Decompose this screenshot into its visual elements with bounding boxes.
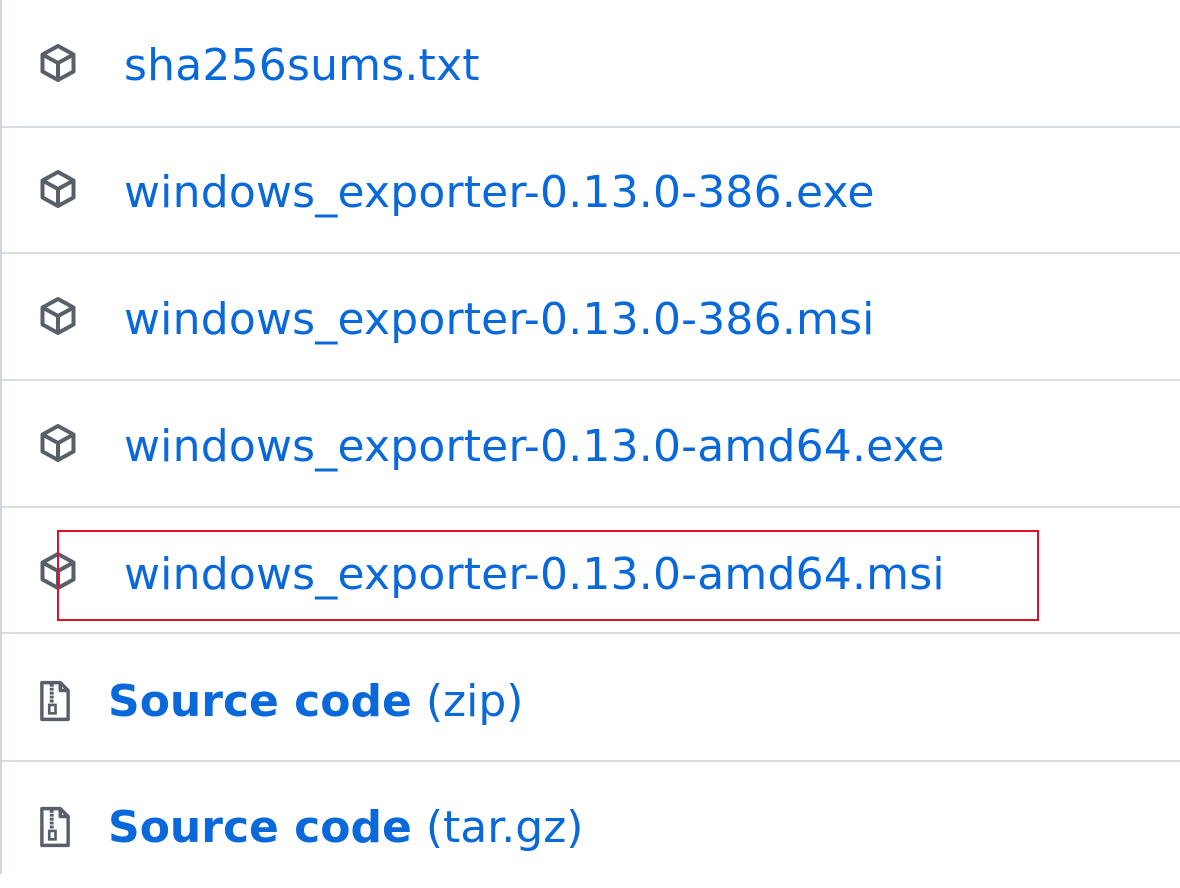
asset-row: windows_exporter-0.13.0-amd64.msi <box>2 508 1180 634</box>
asset-link-sha256sums[interactable]: sha256sums.txt <box>124 38 480 94</box>
file-zip-icon <box>40 806 70 848</box>
source-code-ext: (tar.gz) <box>425 802 584 853</box>
asset-row: Source code (zip) <box>2 634 1180 760</box>
asset-row: Source code (tar.gz) <box>2 762 1180 888</box>
source-code-targz-link[interactable]: Source code (tar.gz) <box>108 800 583 856</box>
asset-row: sha256sums.txt <box>2 0 1180 126</box>
asset-link-amd64-exe[interactable]: windows_exporter-0.13.0-amd64.exe <box>124 419 945 475</box>
package-icon <box>40 44 76 82</box>
asset-link-386-exe[interactable]: windows_exporter-0.13.0-386.exe <box>124 165 875 221</box>
asset-row: windows_exporter-0.13.0-386.exe <box>2 128 1180 254</box>
asset-row: windows_exporter-0.13.0-amd64.exe <box>2 381 1180 507</box>
asset-link-amd64-msi[interactable]: windows_exporter-0.13.0-amd64.msi <box>124 547 945 603</box>
package-icon <box>40 552 76 590</box>
source-code-ext: (zip) <box>425 676 524 727</box>
package-icon <box>40 170 76 208</box>
source-code-label: Source code <box>108 676 412 727</box>
source-code-zip-link[interactable]: Source code (zip) <box>108 674 523 730</box>
package-icon <box>40 297 76 335</box>
asset-row: windows_exporter-0.13.0-386.msi <box>2 254 1180 380</box>
release-assets-list: sha256sums.txt windows_exporter-0.13.0-3… <box>0 0 1180 874</box>
package-icon <box>40 424 76 462</box>
asset-link-386-msi[interactable]: windows_exporter-0.13.0-386.msi <box>124 292 875 348</box>
file-zip-icon <box>40 680 70 722</box>
source-code-label: Source code <box>108 802 412 853</box>
